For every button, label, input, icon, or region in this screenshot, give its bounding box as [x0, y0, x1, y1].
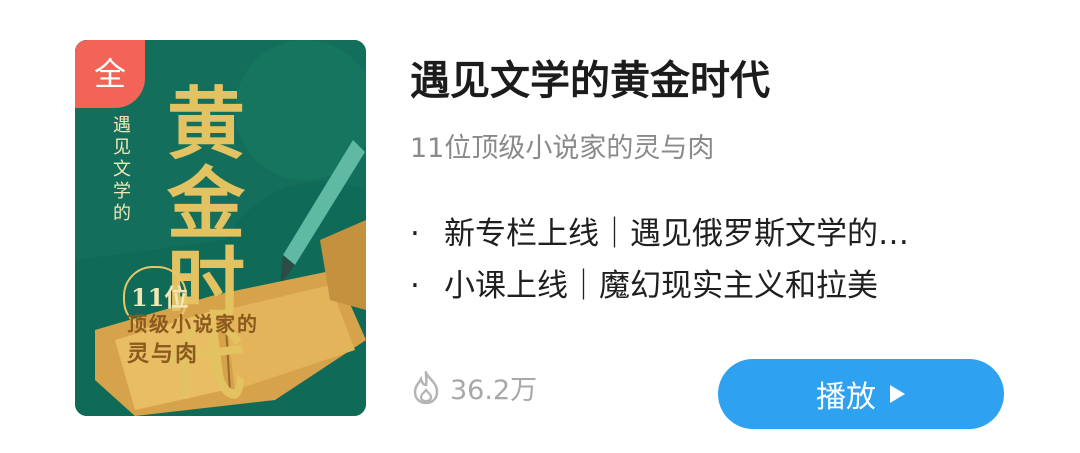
play-icon [890, 385, 905, 403]
update-list: · 新专栏上线｜遇见俄罗斯文学的… · 小课上线｜魔幻现实主义和拉美 [410, 208, 1010, 312]
play-count-value: 36.2万 [450, 375, 538, 406]
update-item[interactable]: · 小课上线｜魔幻现实主义和拉美 [410, 260, 1010, 312]
play-button-label: 播放 [816, 380, 876, 415]
update-text: 小课上线｜魔幻现实主义和拉美 [444, 268, 878, 304]
cover-subtitle-line2: 灵与肉 [127, 341, 200, 367]
complete-badge: 全 [75, 40, 145, 108]
play-count: 36.2万 [410, 368, 537, 407]
update-text: 新专栏上线｜遇见俄罗斯文学的… [444, 216, 909, 252]
bullet: · [410, 268, 420, 304]
course-title[interactable]: 遇见文学的黄金时代 [410, 48, 770, 106]
course-cover[interactable]: 全 遇见文学的 黄金时代 11位 顶级小说家的 灵与肉 [75, 40, 366, 416]
bullet: · [410, 216, 420, 252]
update-item[interactable]: · 新专栏上线｜遇见俄罗斯文学的… [410, 208, 1010, 260]
play-button[interactable]: 播放 [718, 359, 1004, 429]
cover-subtitle-line1: 顶级小说家的 [127, 312, 259, 336]
course-subtitle: 11位顶级小说家的灵与肉 [410, 133, 715, 164]
cover-small-text: 遇见文学的 [113, 115, 131, 224]
flame-icon [413, 370, 439, 404]
